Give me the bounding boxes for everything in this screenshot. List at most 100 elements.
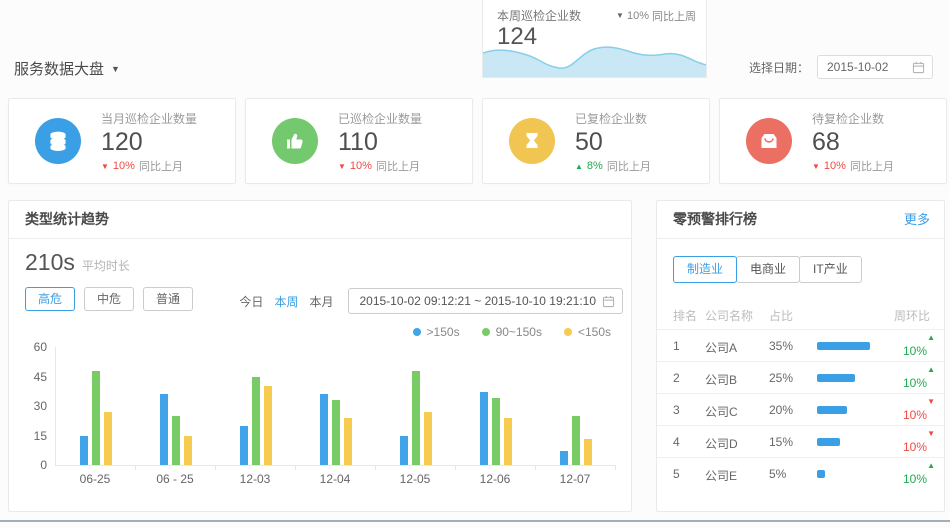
date-picker[interactable] xyxy=(817,55,933,79)
legend-item[interactable]: 90~150s xyxy=(482,325,542,339)
delta-triangle-icon: ▲ xyxy=(575,162,583,171)
company-name: 公司C xyxy=(705,403,738,420)
wow-cell: ▲10% xyxy=(890,330,938,361)
tab-ecommerce[interactable]: 电商业 xyxy=(736,256,800,283)
bar-series-<150s[interactable] xyxy=(344,418,352,465)
wow-value: 10% xyxy=(903,472,927,486)
bar-series->150s[interactable] xyxy=(80,436,88,466)
bar-series->150s[interactable] xyxy=(480,392,488,465)
stat-label: 待复检企业数 xyxy=(812,110,894,127)
period-this-month[interactable]: 本月 xyxy=(309,293,333,310)
up-triangle-icon: ▲ xyxy=(927,365,935,374)
bar-series->150s[interactable] xyxy=(320,394,328,465)
weekly-inspection-card: 本周巡检企业数 ▼ 10% 同比上周 124 xyxy=(482,0,707,78)
ranking-rows: 1公司A35%▲10%2公司B25%▲10%3公司C20%▼10%4公司D15%… xyxy=(657,329,944,489)
bar-series-90~150s[interactable] xyxy=(252,377,260,466)
bar-series-90~150s[interactable] xyxy=(332,400,340,465)
bar-series->150s[interactable] xyxy=(240,426,248,465)
bar-series->150s[interactable] xyxy=(560,451,568,465)
stat-label: 当月巡检企业数量 xyxy=(101,110,197,127)
bar-series-<150s[interactable] xyxy=(104,412,112,465)
legend-item[interactable]: <150s xyxy=(564,325,611,339)
ranking-row: 3公司C20%▼10% xyxy=(657,393,944,425)
date-range-picker[interactable]: 2015-10-02 09:12:21 ~ 2015-10-10 19:21:1… xyxy=(348,288,623,314)
bar-series-<150s[interactable] xyxy=(424,412,432,465)
window-bottom-edge xyxy=(0,520,950,522)
filter-high-risk[interactable]: 高危 xyxy=(25,287,75,311)
trend-panel: 类型统计趋势 210s 平均时长 高危 中危 普通 今日 本周 本月 2015-… xyxy=(8,200,632,512)
company-name: 公司A xyxy=(705,339,737,356)
tab-manufacturing[interactable]: 制造业 xyxy=(673,256,737,283)
period-this-week[interactable]: 本周 xyxy=(274,293,298,310)
y-tick-label: 60 xyxy=(9,340,47,354)
share-bar xyxy=(817,374,855,382)
up-triangle-icon: ▲ xyxy=(927,461,935,470)
up-triangle-icon: ▲ xyxy=(927,333,935,342)
bar-series->150s[interactable] xyxy=(160,394,168,465)
weekly-delta-value: 10% xyxy=(627,10,649,22)
bar-series-90~150s[interactable] xyxy=(92,371,100,465)
period-controls: 今日 本周 本月 2015-10-02 09:12:21 ~ 2015-10-1… xyxy=(239,288,623,314)
date-picker-group: 选择日期： xyxy=(749,55,933,79)
stat-card: 当月巡检企业数量 120 ▼ 10% 同比上月 xyxy=(8,98,236,184)
stat-value: 50 xyxy=(575,127,651,157)
dashboard-title-dropdown[interactable]: 服务数据大盘 ▼ xyxy=(14,58,120,79)
sparkline-area-chart xyxy=(483,41,706,77)
y-tick-label: 30 xyxy=(9,399,47,413)
x-tick-label: 12-06 xyxy=(455,472,535,486)
share-value: 25% xyxy=(769,371,793,385)
database-icon xyxy=(35,118,81,164)
bar-group xyxy=(376,347,456,465)
share-value: 20% xyxy=(769,403,793,417)
ranking-row: 5公司E5%▲10% xyxy=(657,457,944,489)
x-tick-label: 06 - 25 xyxy=(135,472,215,486)
ranking-row: 1公司A35%▲10% xyxy=(657,329,944,361)
bar-series-<150s[interactable] xyxy=(504,418,512,465)
bar-series-90~150s[interactable] xyxy=(492,398,500,465)
rank-value: 3 xyxy=(673,403,680,417)
share-value: 5% xyxy=(769,467,786,481)
more-link[interactable]: 更多 xyxy=(904,201,930,238)
rank-value: 5 xyxy=(673,467,680,481)
wow-value: 10% xyxy=(903,376,927,390)
chevron-down-icon: ▼ xyxy=(111,64,120,74)
bar-series-<150s[interactable] xyxy=(184,436,192,466)
y-tick-label: 45 xyxy=(9,370,47,384)
wow-cell: ▲10% xyxy=(890,458,938,489)
delta-value: 10% xyxy=(113,160,135,172)
average-duration: 210s 平均时长 xyxy=(25,249,130,276)
ranking-panel: 零预警排行榜 更多 制造业 电商业 IT产业 排名 公司名称 占比 周环比 1公… xyxy=(656,200,945,512)
x-tick-label: 12-07 xyxy=(535,472,615,486)
date-picker-label: 选择日期： xyxy=(749,59,809,76)
bar-series-90~150s[interactable] xyxy=(172,416,180,465)
filter-medium-risk[interactable]: 中危 xyxy=(84,287,134,311)
stat-card: 已巡检企业数量 110 ▼ 10% 同比上月 xyxy=(245,98,473,184)
bar-group xyxy=(216,347,296,465)
period-today[interactable]: 今日 xyxy=(239,293,263,310)
delta-triangle-icon: ▼ xyxy=(812,162,820,171)
industry-tabs: 制造业 电商业 IT产业 xyxy=(673,256,862,283)
bar-series-<150s[interactable] xyxy=(584,439,592,465)
legend-label: >150s xyxy=(427,325,460,339)
bar-series->150s[interactable] xyxy=(400,436,408,466)
bar-series-90~150s[interactable] xyxy=(572,416,580,465)
share-bar xyxy=(817,406,847,414)
share-value: 15% xyxy=(769,435,793,449)
bar-plot xyxy=(55,347,616,466)
date-input[interactable] xyxy=(827,60,905,74)
ranking-row: 2公司B25%▲10% xyxy=(657,361,944,393)
x-tick-label: 12-05 xyxy=(375,472,455,486)
legend-item[interactable]: >150s xyxy=(413,325,460,339)
calendar-icon xyxy=(912,61,925,74)
chart-legend: >150s 90~150s <150s xyxy=(413,325,611,339)
bar-series-90~150s[interactable] xyxy=(412,371,420,465)
filter-normal[interactable]: 普通 xyxy=(143,287,193,311)
compare-label: 同比上月 xyxy=(607,158,651,174)
average-duration-value: 210s xyxy=(25,249,75,276)
wow-cell: ▼10% xyxy=(890,426,938,457)
stat-label: 已复检企业数 xyxy=(575,110,651,127)
bar-series-<150s[interactable] xyxy=(264,386,272,465)
tab-it[interactable]: IT产业 xyxy=(799,256,862,283)
inbox-icon xyxy=(746,118,792,164)
down-triangle-icon: ▼ xyxy=(927,429,935,438)
